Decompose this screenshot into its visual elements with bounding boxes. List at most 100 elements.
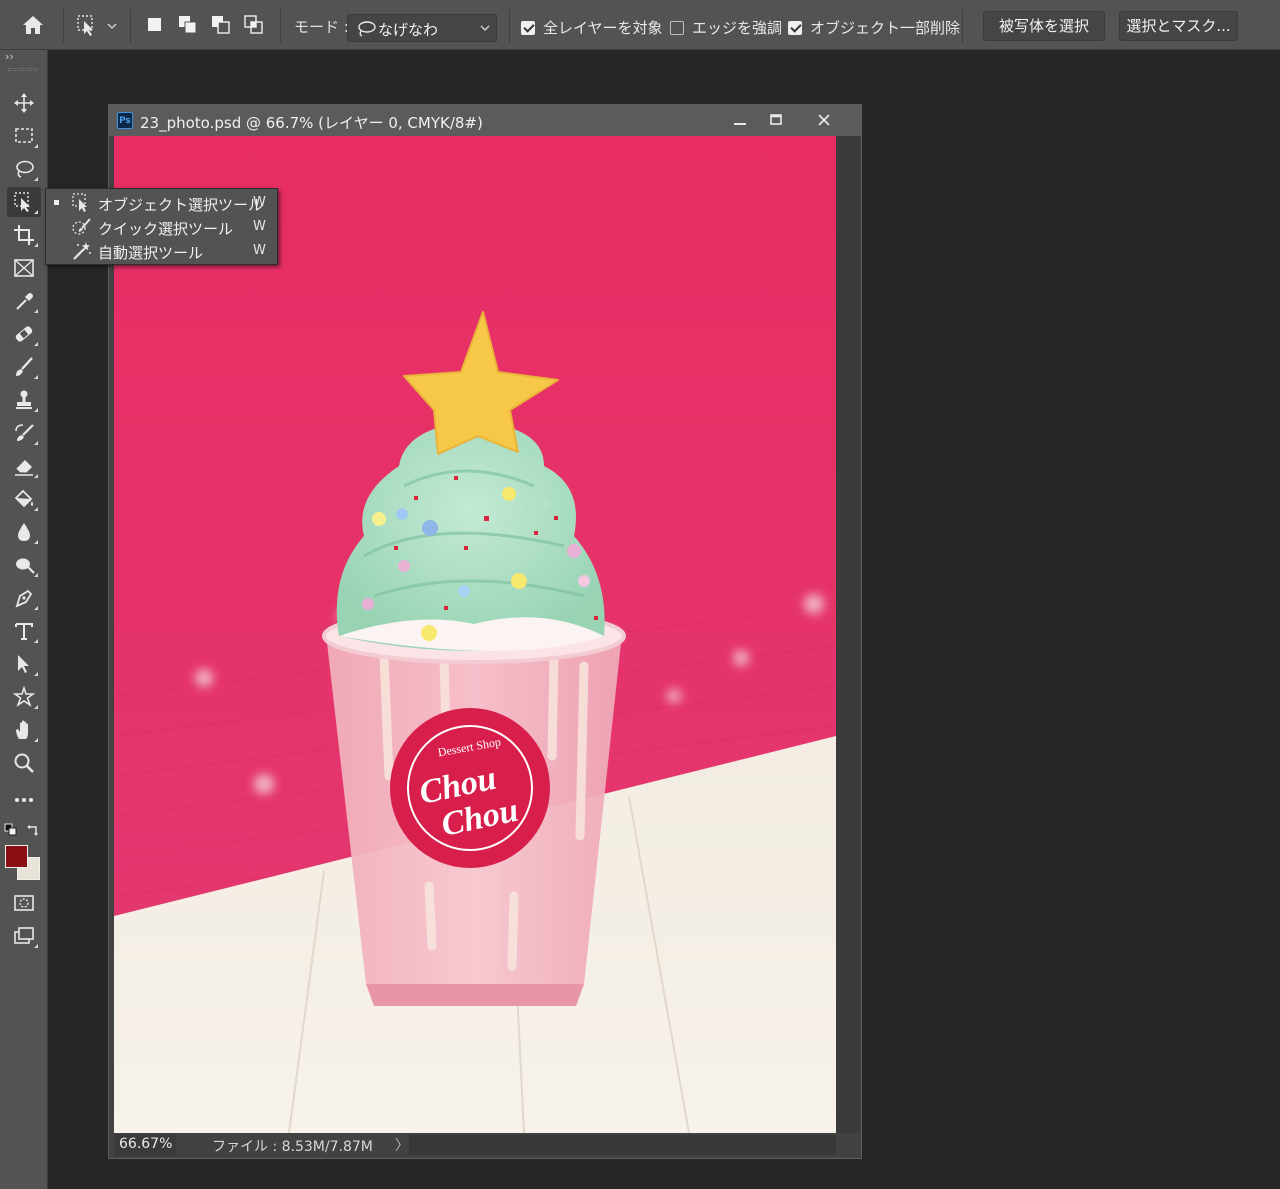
document-canvas[interactable]: Dessert Shop Chou Chou [114, 136, 836, 1133]
history-brush-icon [15, 424, 34, 441]
flyout-item-object-selection[interactable]: オブジェクト選択ツール W [46, 191, 277, 215]
new-selection-button[interactable] [142, 12, 168, 38]
screen-mode-icon [14, 927, 34, 944]
separator [962, 9, 963, 43]
arrow-cursor-icon [18, 655, 29, 673]
crop-tool[interactable] [7, 220, 41, 250]
pen-tool[interactable] [7, 583, 41, 613]
dodge-icon [16, 558, 35, 574]
paint-bucket-tool[interactable] [7, 484, 41, 514]
separator [280, 9, 281, 43]
tool-group-indicator [34, 441, 38, 445]
document-title-bar[interactable]: Ps 23_photo.psd @ 66.7% (レイヤー 0, CMYK/8#… [109, 105, 861, 136]
sample-all-layers-label: 全レイヤーを対象 [543, 19, 663, 37]
tool-group-indicator [34, 342, 38, 346]
photoshop-file-icon: Ps [117, 112, 133, 129]
chou-chou-badge: Dessert Shop Chou Chou [390, 708, 550, 868]
object-selection-icon [77, 15, 117, 36]
zoom-level-field[interactable]: 66.67% [114, 1134, 176, 1156]
quick-mask-button[interactable] [7, 888, 41, 918]
clone-stamp-tool[interactable] [7, 385, 41, 415]
frame-icon [14, 259, 34, 277]
intersect-selection-icon [244, 15, 263, 34]
select-and-mask-button[interactable]: 選択とマスク... [1119, 11, 1238, 41]
edit-toolbar-button[interactable] [7, 785, 41, 815]
screen-mode-button[interactable] [7, 921, 41, 951]
sample-all-layers-checkbox[interactable]: 全レイヤーを対象 [521, 17, 663, 37]
checkbox-checked[interactable] [521, 21, 535, 35]
stamp-icon [16, 390, 32, 409]
close-button[interactable] [808, 108, 840, 132]
quick-mask-icon [14, 895, 34, 911]
tool-group-indicator [34, 375, 38, 379]
object-selection-tool[interactable] [7, 187, 41, 217]
add-to-selection-button[interactable] [175, 12, 201, 38]
hand-icon [16, 720, 28, 739]
tool-preset-picker[interactable] [74, 12, 118, 40]
separator [509, 9, 510, 43]
checkbox-unchecked[interactable] [670, 21, 684, 35]
move-tool[interactable] [7, 88, 41, 118]
flyout-item-quick-selection[interactable]: クイック選択ツール W [46, 215, 277, 239]
type-tool[interactable] [7, 616, 41, 646]
mode-label: モード : [294, 18, 349, 36]
mode-select[interactable]: なげなわ [347, 14, 497, 42]
object-subtract-checkbox[interactable]: オブジェクト一部削除 [788, 17, 960, 37]
subtract-selection-icon [212, 16, 230, 34]
dodge-tool[interactable] [7, 550, 41, 580]
bandage-icon [15, 326, 33, 342]
frame-tool[interactable] [7, 253, 41, 283]
zoom-tool[interactable] [7, 748, 41, 778]
horizontal-scrollbar[interactable] [409, 1135, 836, 1155]
healing-brush-tool[interactable] [7, 319, 41, 349]
eyedropper-tool[interactable] [7, 286, 41, 316]
tool-group-indicator [34, 408, 38, 412]
tool-group-indicator [34, 573, 38, 577]
minimize-button[interactable] [724, 108, 756, 132]
brush-tool[interactable] [7, 352, 41, 382]
vertical-scrollbar[interactable] [836, 136, 860, 1133]
object-selection-icon [14, 192, 30, 212]
history-brush-tool[interactable] [7, 418, 41, 448]
home-icon [23, 16, 43, 34]
toolbar-grip[interactable] [8, 68, 38, 71]
tool-group-indicator [34, 705, 38, 709]
tool-group-indicator [34, 672, 38, 676]
custom-shape-tool[interactable] [7, 682, 41, 712]
blur-tool[interactable] [7, 517, 41, 547]
tool-group-indicator [34, 243, 38, 247]
home-button[interactable] [17, 12, 49, 38]
tool-group-indicator [34, 309, 38, 313]
magic-wand-icon [73, 242, 91, 260]
lasso-tool[interactable] [7, 154, 41, 184]
file-size-info[interactable]: ファイル : 8.53M/7.87M [212, 1136, 373, 1156]
path-selection-tool[interactable] [7, 649, 41, 679]
default-colors-button[interactable] [4, 822, 18, 836]
eyedropper-icon [16, 293, 33, 310]
enhance-edge-checkbox[interactable]: エッジを強調 [670, 17, 782, 37]
pen-icon [15, 589, 33, 608]
swap-arrows-icon [27, 825, 38, 836]
flyout-item-magic-wand[interactable]: 自動選択ツール W [46, 239, 277, 263]
close-icon [818, 114, 830, 126]
tool-group-indicator [34, 606, 38, 610]
toolbar-collapse-button[interactable]: ›› [5, 50, 14, 63]
status-menu-arrow[interactable]: 〉 [395, 1135, 409, 1155]
subtract-selection-button[interactable] [208, 12, 234, 38]
foreground-color-swatch[interactable] [5, 845, 28, 868]
rectangular-marquee-tool[interactable] [7, 121, 41, 151]
intersect-selection-button[interactable] [241, 12, 267, 38]
flyout-item-shortcut: W [253, 195, 266, 210]
tool-group-indicator [34, 210, 38, 214]
selection-tools-flyout: オブジェクト選択ツール W クイック選択ツール W 自動選択ツール W [45, 188, 278, 265]
swap-colors-button[interactable] [26, 822, 40, 836]
hand-tool[interactable] [7, 715, 41, 745]
toolbar: ›› [0, 50, 48, 1189]
checkbox-checked[interactable] [788, 21, 802, 35]
select-subject-button[interactable]: 被写体を選択 [983, 11, 1105, 41]
eraser-icon [15, 460, 33, 476]
default-colors-icon [4, 823, 17, 836]
maximize-button[interactable] [760, 108, 792, 132]
mode-select-value: なげなわ [378, 21, 439, 39]
eraser-tool[interactable] [7, 451, 41, 481]
